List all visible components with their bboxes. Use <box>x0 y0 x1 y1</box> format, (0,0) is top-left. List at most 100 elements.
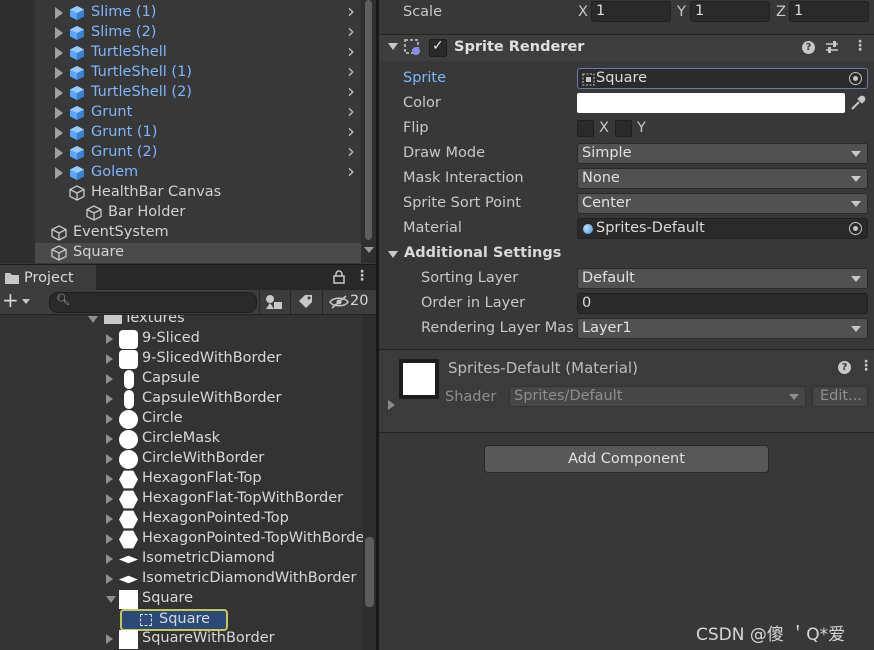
expand-arrow-icon[interactable] <box>106 634 113 644</box>
hierarchy-item[interactable]: Grunt › <box>35 99 361 123</box>
project-asset-item[interactable]: CircleMask <box>0 429 360 449</box>
expand-arrow-icon[interactable] <box>55 7 63 19</box>
flip-x-checkbox[interactable] <box>577 120 594 137</box>
flip-y-checkbox[interactable] <box>615 120 632 137</box>
prefab-open-chevron-icon[interactable]: › <box>347 159 355 183</box>
scale-x-field[interactable]: 1 <box>591 1 671 22</box>
more-menu-icon[interactable]: ⋮ <box>355 268 369 284</box>
hierarchy-item[interactable]: Grunt (2) › <box>35 139 361 163</box>
hierarchy-item[interactable]: TurtleShell › <box>35 39 361 63</box>
scroll-down-arrow-icon[interactable] <box>364 247 374 253</box>
hierarchy-item[interactable]: Bar Holder <box>35 203 361 223</box>
expand-arrow-icon[interactable] <box>106 534 113 544</box>
expand-arrow-icon[interactable] <box>55 167 63 179</box>
project-scroll-thumb[interactable] <box>365 537 374 607</box>
project-asset-item[interactable]: 9-Sliced <box>0 329 360 349</box>
object-picker-icon[interactable] <box>849 222 862 235</box>
expand-arrow-icon[interactable] <box>55 87 63 99</box>
eyedropper-icon[interactable] <box>850 95 866 111</box>
help-icon[interactable]: ? <box>802 41 815 54</box>
object-picker-icon[interactable] <box>849 72 862 85</box>
hierarchy-item[interactable]: TurtleShell (2) › <box>35 79 361 103</box>
hidden-packages-eye-icon[interactable] <box>329 295 349 309</box>
additional-settings-foldout[interactable]: Additional Settings <box>404 245 561 261</box>
presets-icon[interactable] <box>825 40 839 54</box>
edit-shader-button[interactable]: Edit... <box>812 386 868 407</box>
expand-arrow-icon[interactable] <box>388 400 395 410</box>
expand-arrow-icon[interactable] <box>106 474 113 484</box>
create-plus-icon[interactable]: + <box>2 288 19 312</box>
component-enabled-checkbox[interactable]: ✓ <box>429 38 447 57</box>
filter-by-label-icon[interactable] <box>298 295 314 309</box>
project-asset-item[interactable]: IsometricDiamondWithBorder <box>0 569 360 589</box>
project-asset-item[interactable]: Square <box>0 589 360 609</box>
expand-arrow-icon[interactable] <box>106 394 113 404</box>
color-swatch[interactable] <box>577 93 845 113</box>
project-asset-item[interactable]: HexagonPointed-Top <box>0 509 360 529</box>
expand-arrow-icon[interactable] <box>55 47 63 59</box>
hierarchy-item[interactable]: Square <box>35 243 361 263</box>
expand-arrow-icon[interactable] <box>106 596 116 603</box>
project-asset-item[interactable]: SquareWithBorder <box>0 629 360 649</box>
expand-arrow-icon[interactable] <box>106 494 113 504</box>
expand-arrow-icon[interactable] <box>106 554 113 564</box>
expand-arrow-icon[interactable] <box>55 147 63 159</box>
search-input[interactable]: 🔍︎ <box>49 292 257 313</box>
expand-arrow-icon[interactable] <box>55 67 63 79</box>
create-dropdown-icon[interactable] <box>22 299 30 304</box>
project-asset-item[interactable]: CircleWithBorder <box>0 449 360 469</box>
hierarchy-item[interactable]: TurtleShell (1) › <box>35 59 361 83</box>
project-asset-item[interactable]: HexagonPointed-TopWithBorder <box>0 529 370 549</box>
expand-arrow-icon[interactable] <box>106 454 113 464</box>
project-asset-item[interactable]: HexagonFlat-TopWithBorder <box>0 489 360 509</box>
expand-arrow-icon[interactable] <box>55 107 63 119</box>
foldout-arrow-icon[interactable] <box>388 251 398 258</box>
hierarchy-item[interactable]: EventSystem <box>35 223 361 243</box>
material-field[interactable]: Sprites-Default <box>577 218 868 239</box>
project-folder-row[interactable]: Textures <box>0 315 360 329</box>
expand-arrow-icon[interactable] <box>106 374 113 384</box>
scale-y-field[interactable]: 1 <box>690 1 770 22</box>
project-asset-item[interactable]: IsometricDiamond <box>0 549 360 569</box>
order-in-layer-field[interactable]: 0 <box>577 293 868 314</box>
expand-arrow-icon[interactable] <box>88 316 98 323</box>
component-menu-icon[interactable]: ⋮ <box>853 38 867 54</box>
filter-by-type-icon[interactable] <box>265 294 283 310</box>
scale-z-field[interactable]: 1 <box>789 1 869 22</box>
expand-arrow-icon[interactable] <box>55 27 63 39</box>
expand-arrow-icon[interactable] <box>106 514 113 524</box>
project-asset-item[interactable]: 9-SlicedWithBorder <box>0 349 360 369</box>
hierarchy-item[interactable]: Grunt (1) › <box>35 119 361 143</box>
expand-arrow-icon[interactable] <box>55 127 63 139</box>
lock-icon[interactable] <box>333 270 345 284</box>
shader-dropdown[interactable]: Sprites/Default <box>509 386 806 407</box>
sprite-field[interactable]: Square <box>577 68 868 89</box>
project-asset-item[interactable]: CapsuleWithBorder <box>0 389 360 409</box>
expand-arrow-icon[interactable] <box>106 414 113 424</box>
sprite-renderer-header[interactable]: ✓ Sprite Renderer ? ⋮ <box>379 35 874 61</box>
mask-interaction-dropdown[interactable]: None <box>577 168 868 189</box>
expand-arrow-icon[interactable] <box>106 574 113 584</box>
foldout-arrow-icon[interactable] <box>388 43 398 50</box>
add-component-button[interactable]: Add Component <box>484 445 769 473</box>
sorting-layer-dropdown[interactable]: Default <box>577 268 868 289</box>
hierarchy-item[interactable]: Slime (2) › <box>35 19 361 43</box>
expand-arrow-icon[interactable] <box>106 354 113 364</box>
project-asset-item[interactable]: HexagonFlat-Top <box>0 469 360 489</box>
hierarchy-item[interactable]: Slime (1) › <box>35 0 361 23</box>
material-menu-icon[interactable]: ⋮ <box>859 358 873 374</box>
rendering-layer-mask-dropdown[interactable]: Layer1 <box>577 318 868 339</box>
project-asset-item[interactable]: Circle <box>0 409 360 429</box>
project-asset-item[interactable]: Square <box>120 609 228 631</box>
expand-arrow-icon[interactable] <box>106 334 113 344</box>
hierarchy-item[interactable]: Golem › <box>35 159 361 183</box>
sprite-sort-point-dropdown[interactable]: Center <box>577 193 868 214</box>
project-asset-item[interactable]: Capsule <box>0 369 360 389</box>
hierarchy-item[interactable]: HealthBar Canvas <box>35 183 361 203</box>
prefab-cube-icon <box>70 126 84 140</box>
draw-mode-dropdown[interactable]: Simple <box>577 143 868 164</box>
project-asset-label: IsometricDiamondWithBorder <box>142 570 357 586</box>
help-icon[interactable]: ? <box>838 361 851 374</box>
hierarchy-scroll-thumb[interactable] <box>365 0 372 240</box>
expand-arrow-icon[interactable] <box>106 434 113 444</box>
